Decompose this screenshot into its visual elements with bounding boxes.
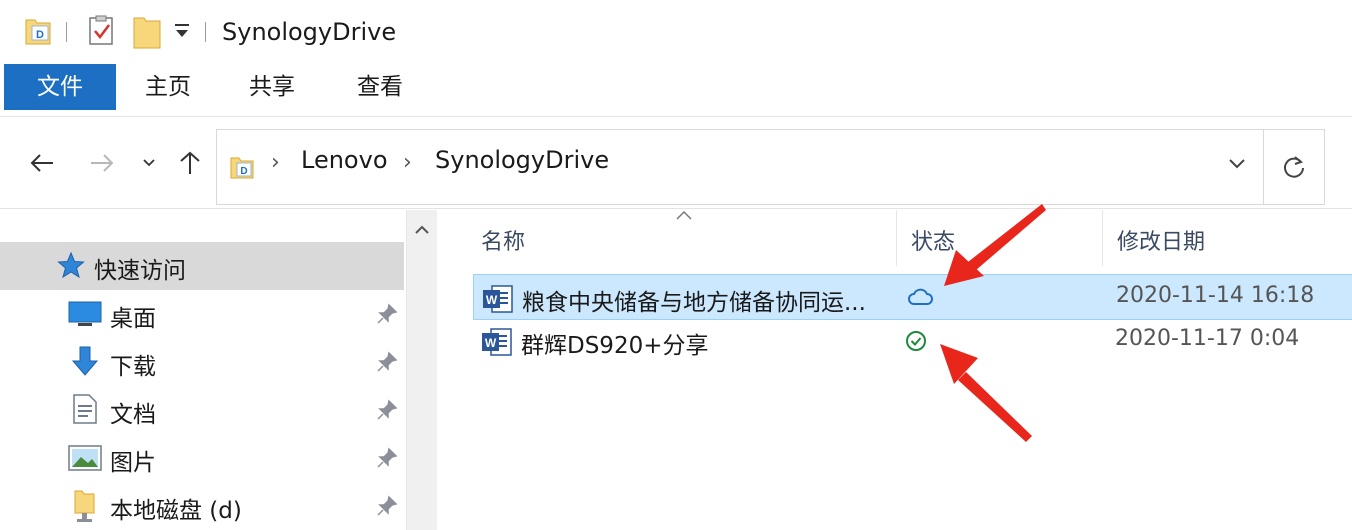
toolbar-separator	[205, 22, 206, 42]
back-arrow-icon	[30, 154, 53, 172]
pin-icon[interactable]	[376, 351, 398, 377]
customize-toolbar-dropdown-icon[interactable]	[174, 22, 190, 44]
file-list-pane: 名称 状态 修改日期 W 粮食中央储备与地方储备协同运... 2020-11-1…	[437, 210, 1352, 530]
sidebar-item-pictures[interactable]: 图片	[0, 434, 404, 482]
pictures-icon	[68, 445, 102, 475]
sidebar-item-downloads[interactable]: 下载	[0, 338, 404, 386]
tab-view[interactable]: 查看	[326, 64, 434, 110]
address-bar[interactable]: D › Lenovo › SynologyDrive	[216, 129, 1264, 205]
sidebar-item-label: 下载	[110, 354, 156, 380]
local-disk-icon	[72, 489, 98, 527]
desktop-icon	[68, 301, 102, 331]
title-bar: D SynologyDrive	[0, 0, 1352, 64]
file-modified-date: 2020-11-14 16:18	[1116, 283, 1315, 308]
ribbon-tabs: 文件 主页 共享 查看	[0, 64, 1352, 112]
column-header-modified[interactable]: 修改日期	[1117, 224, 1205, 256]
up-button[interactable]	[170, 143, 210, 183]
file-row[interactable]: W 粮食中央储备与地方储备协同运... 2020-11-14 16:18	[473, 274, 1352, 320]
new-folder-icon[interactable]	[132, 14, 162, 54]
file-name: 群辉DS920+分享	[521, 333, 709, 359]
refresh-button[interactable]	[1263, 129, 1325, 205]
tab-file[interactable]: 文件	[4, 64, 116, 110]
window-title: SynologyDrive	[222, 18, 397, 46]
column-header-status[interactable]: 状态	[911, 224, 955, 256]
quick-access-star-icon	[56, 251, 86, 283]
word-document-icon: W	[481, 327, 513, 361]
pin-icon[interactable]	[376, 303, 398, 329]
svg-text:D: D	[36, 29, 44, 41]
recent-locations-button[interactable]	[130, 143, 168, 183]
refresh-icon	[1283, 156, 1304, 178]
file-name: 粮食中央储备与地方储备协同运...	[522, 290, 866, 316]
navigation-pane: 快速访问 桌面 下载 文档 图片 本地磁盘 (d)	[0, 210, 437, 530]
scroll-up-button[interactable]	[407, 218, 437, 242]
pin-icon[interactable]	[376, 447, 398, 473]
sidebar-item-local-disk-d[interactable]: 本地磁盘 (d)	[0, 482, 404, 530]
navigation-bar: D › Lenovo › SynologyDrive	[0, 117, 1352, 209]
sidebar-item-label: 桌面	[110, 306, 156, 332]
sidebar-item-label: 快速访问	[94, 258, 186, 284]
column-divider[interactable]	[896, 210, 897, 266]
file-modified-date: 2020-11-17 0:04	[1115, 326, 1300, 351]
breadcrumb-lenovo[interactable]: Lenovo	[301, 146, 388, 174]
back-button[interactable]	[22, 143, 62, 183]
address-history-dropdown-icon[interactable]	[1227, 156, 1247, 175]
sidebar-item-documents[interactable]: 文档	[0, 386, 404, 434]
svg-text:D: D	[240, 166, 247, 177]
word-document-icon: W	[482, 284, 514, 318]
chevron-up-icon	[415, 225, 429, 234]
chevron-down-icon	[143, 159, 155, 167]
file-row[interactable]: W 群辉DS920+分享 2020-11-17 0:04	[473, 318, 1352, 364]
sidebar-item-label: 图片	[110, 450, 156, 476]
sidebar-item-label: 文档	[110, 402, 156, 428]
column-divider[interactable]	[1102, 210, 1103, 266]
breadcrumb-separator-icon[interactable]: ›	[271, 150, 280, 175]
navigation-pane-scrollbar[interactable]	[406, 210, 437, 530]
pin-icon[interactable]	[376, 399, 398, 425]
download-icon	[70, 345, 100, 381]
documents-icon	[72, 393, 98, 429]
pin-icon[interactable]	[376, 495, 398, 521]
cloud-only-status-icon	[906, 287, 934, 311]
sidebar-item-desktop[interactable]: 桌面	[0, 290, 404, 338]
svg-text:W: W	[486, 293, 498, 307]
sidebar-item-label: 本地磁盘 (d)	[110, 498, 242, 524]
column-header-name[interactable]: 名称	[481, 224, 525, 256]
sort-ascending-icon	[675, 206, 693, 225]
synced-check-status-icon	[905, 330, 929, 358]
up-arrow-icon	[180, 151, 200, 174]
synology-folder-icon: D	[24, 14, 54, 52]
forward-arrow-icon	[91, 154, 114, 172]
properties-icon[interactable]	[88, 14, 116, 52]
breadcrumb-synologydrive[interactable]: SynologyDrive	[435, 146, 609, 174]
tab-share[interactable]: 共享	[220, 64, 324, 110]
breadcrumb-separator-icon[interactable]: ›	[403, 150, 412, 175]
svg-text:W: W	[485, 336, 497, 350]
sidebar-item-quick-access[interactable]: 快速访问	[0, 242, 404, 290]
toolbar-separator	[66, 22, 67, 42]
synology-folder-icon: D	[229, 154, 257, 186]
forward-button[interactable]	[82, 143, 122, 183]
tab-home[interactable]: 主页	[116, 64, 220, 110]
